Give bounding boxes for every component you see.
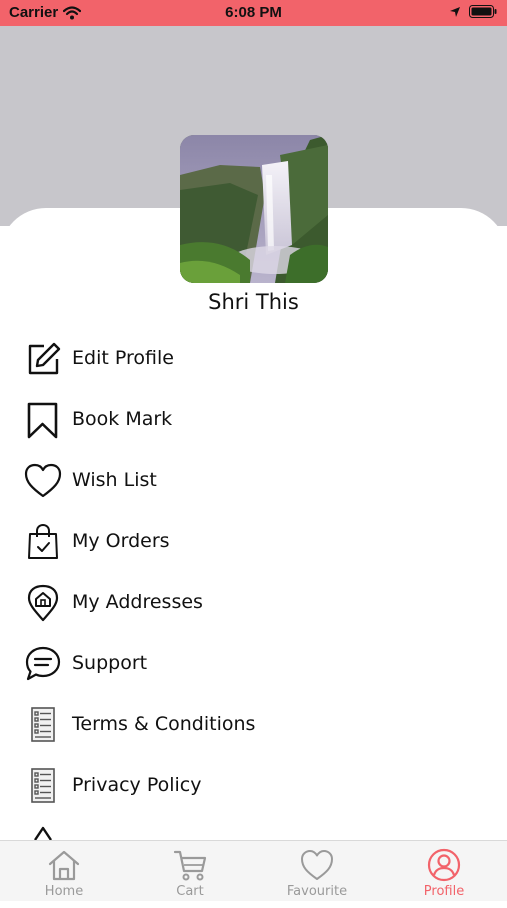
- location-pin-icon: [27, 584, 59, 622]
- menu-item-label: Edit Profile: [72, 347, 174, 369]
- menu-item-privacy-policy[interactable]: Privacy Policy: [0, 755, 507, 816]
- tab-label: Favourite: [286, 884, 348, 899]
- tab-label: Home: [44, 884, 84, 899]
- menu-item-wish-list[interactable]: Wish List: [0, 450, 507, 511]
- menu-item-label: Wish List: [72, 469, 157, 491]
- menu-item-label: Terms & Conditions: [72, 713, 256, 735]
- tab-label: Cart: [176, 884, 204, 899]
- user-icon: [427, 848, 461, 882]
- cart-icon: [173, 850, 207, 881]
- heart-icon: [301, 850, 333, 880]
- menu-item-book-mark[interactable]: Book Mark: [0, 389, 507, 450]
- tab-home[interactable]: Home: [9, 841, 119, 901]
- profile-name: Shri This: [208, 290, 299, 314]
- tab-profile[interactable]: Profile: [389, 841, 499, 901]
- profile-menu: Edit Profile Book Mark Wish List My Orde…: [0, 328, 507, 816]
- menu-item-edit-profile[interactable]: Edit Profile: [0, 328, 507, 389]
- status-right: [449, 5, 497, 18]
- home-icon: [48, 850, 80, 881]
- bookmark-icon: [27, 402, 58, 439]
- edit-icon: [28, 342, 61, 375]
- tab-label: Profile: [423, 884, 465, 899]
- menu-item-terms-conditions[interactable]: Terms & Conditions: [0, 694, 507, 755]
- menu-item-my-orders[interactable]: My Orders: [0, 511, 507, 572]
- heart-icon: [24, 463, 62, 498]
- bottom-tab-bar: Home Cart Favourite Profile: [0, 840, 507, 901]
- document-list-icon: [31, 768, 55, 803]
- battery-icon: [469, 5, 497, 18]
- chat-bubble-icon: [25, 646, 61, 681]
- shopping-bag-icon: [28, 523, 58, 559]
- menu-item-my-addresses[interactable]: My Addresses: [0, 572, 507, 633]
- status-time: 6:08 PM: [225, 4, 282, 21]
- profile-avatar[interactable]: [180, 135, 328, 283]
- menu-item-label: My Addresses: [72, 591, 203, 613]
- document-list-icon: [31, 707, 55, 742]
- tab-favourite[interactable]: Favourite: [262, 841, 372, 901]
- menu-item-label: My Orders: [72, 530, 170, 552]
- menu-item-support[interactable]: Support: [0, 633, 507, 694]
- waterfall-photo: [180, 135, 328, 283]
- partial-menu-icon: [34, 826, 52, 840]
- menu-item-label: Privacy Policy: [72, 774, 202, 796]
- status-bar: Carrier 6:08 PM: [0, 0, 507, 26]
- menu-item-label: Support: [72, 652, 148, 674]
- location-arrow-icon: [450, 6, 460, 17]
- tab-cart[interactable]: Cart: [135, 841, 245, 901]
- menu-item-label: Book Mark: [72, 408, 173, 430]
